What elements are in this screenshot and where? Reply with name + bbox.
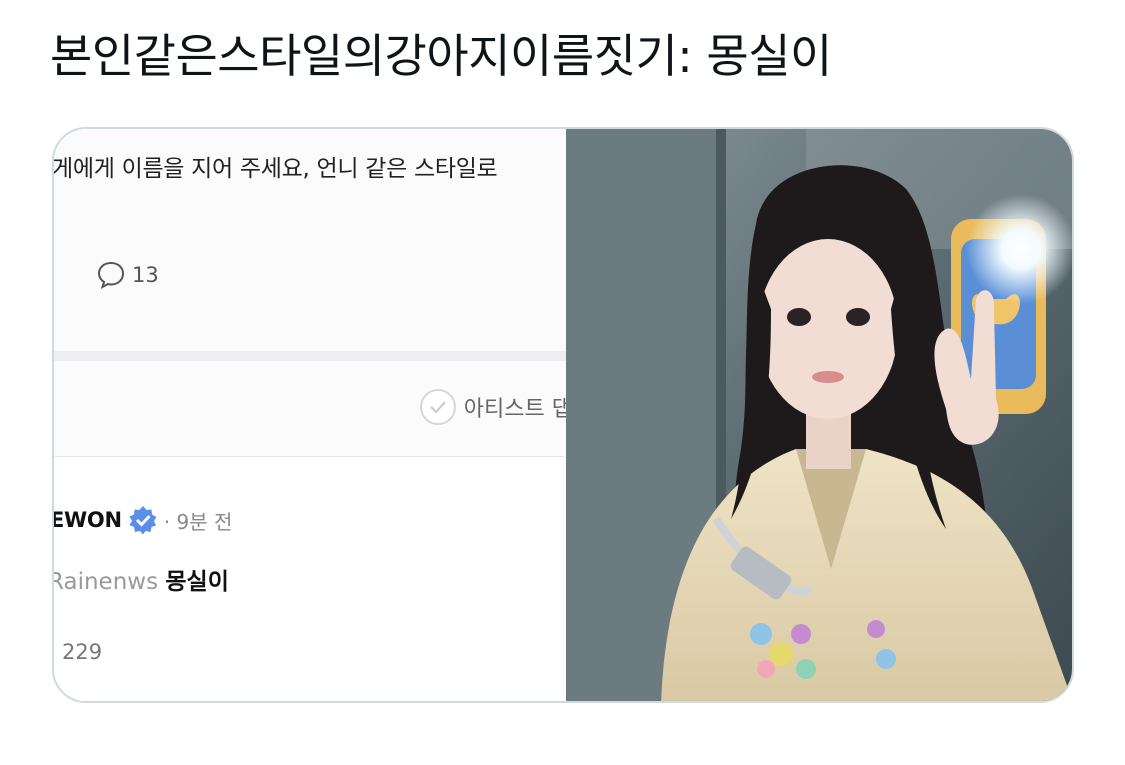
media-card[interactable]: 게에게 이름을 지어 주세요, 언니 같은 스타일로 13 아티스트 댑 EWO… — [52, 127, 1074, 703]
selfie-photo[interactable] — [566, 129, 1072, 701]
artist-filter-label: 아티스트 댑 — [463, 397, 566, 422]
section-divider — [54, 351, 566, 361]
tweet-text: 본인같은스타일의강아지이름짓기: 몽실이 — [50, 29, 832, 83]
reply-body: Rainenws 몽실이 — [54, 562, 229, 596]
reply-author[interactable]: EWON — [54, 508, 122, 532]
reply-text: 몽실이 — [165, 569, 229, 595]
reply-time: · 9분 전 — [163, 509, 233, 534]
comment-count: 13 — [132, 263, 159, 287]
artist-filter-toggle[interactable]: 아티스트 댑 — [419, 389, 566, 425]
question-text: 게에게 이름을 지어 주세요, 언니 같은 스타일로 — [54, 156, 498, 182]
comment-count-row: 13 — [96, 260, 159, 290]
verified-badge-icon — [129, 506, 157, 535]
comment-bubble-icon — [97, 261, 125, 290]
reply-mention[interactable]: Rainenws — [54, 569, 158, 595]
like-count: 229 — [62, 640, 103, 664]
selfie-illustration — [566, 129, 1072, 701]
check-icon — [419, 389, 456, 425]
screenshot-panel[interactable]: 게에게 이름을 지어 주세요, 언니 같은 스타일로 13 아티스트 댑 EWO… — [54, 129, 566, 701]
reply-header: EWON · 9분 전 — [54, 505, 232, 535]
